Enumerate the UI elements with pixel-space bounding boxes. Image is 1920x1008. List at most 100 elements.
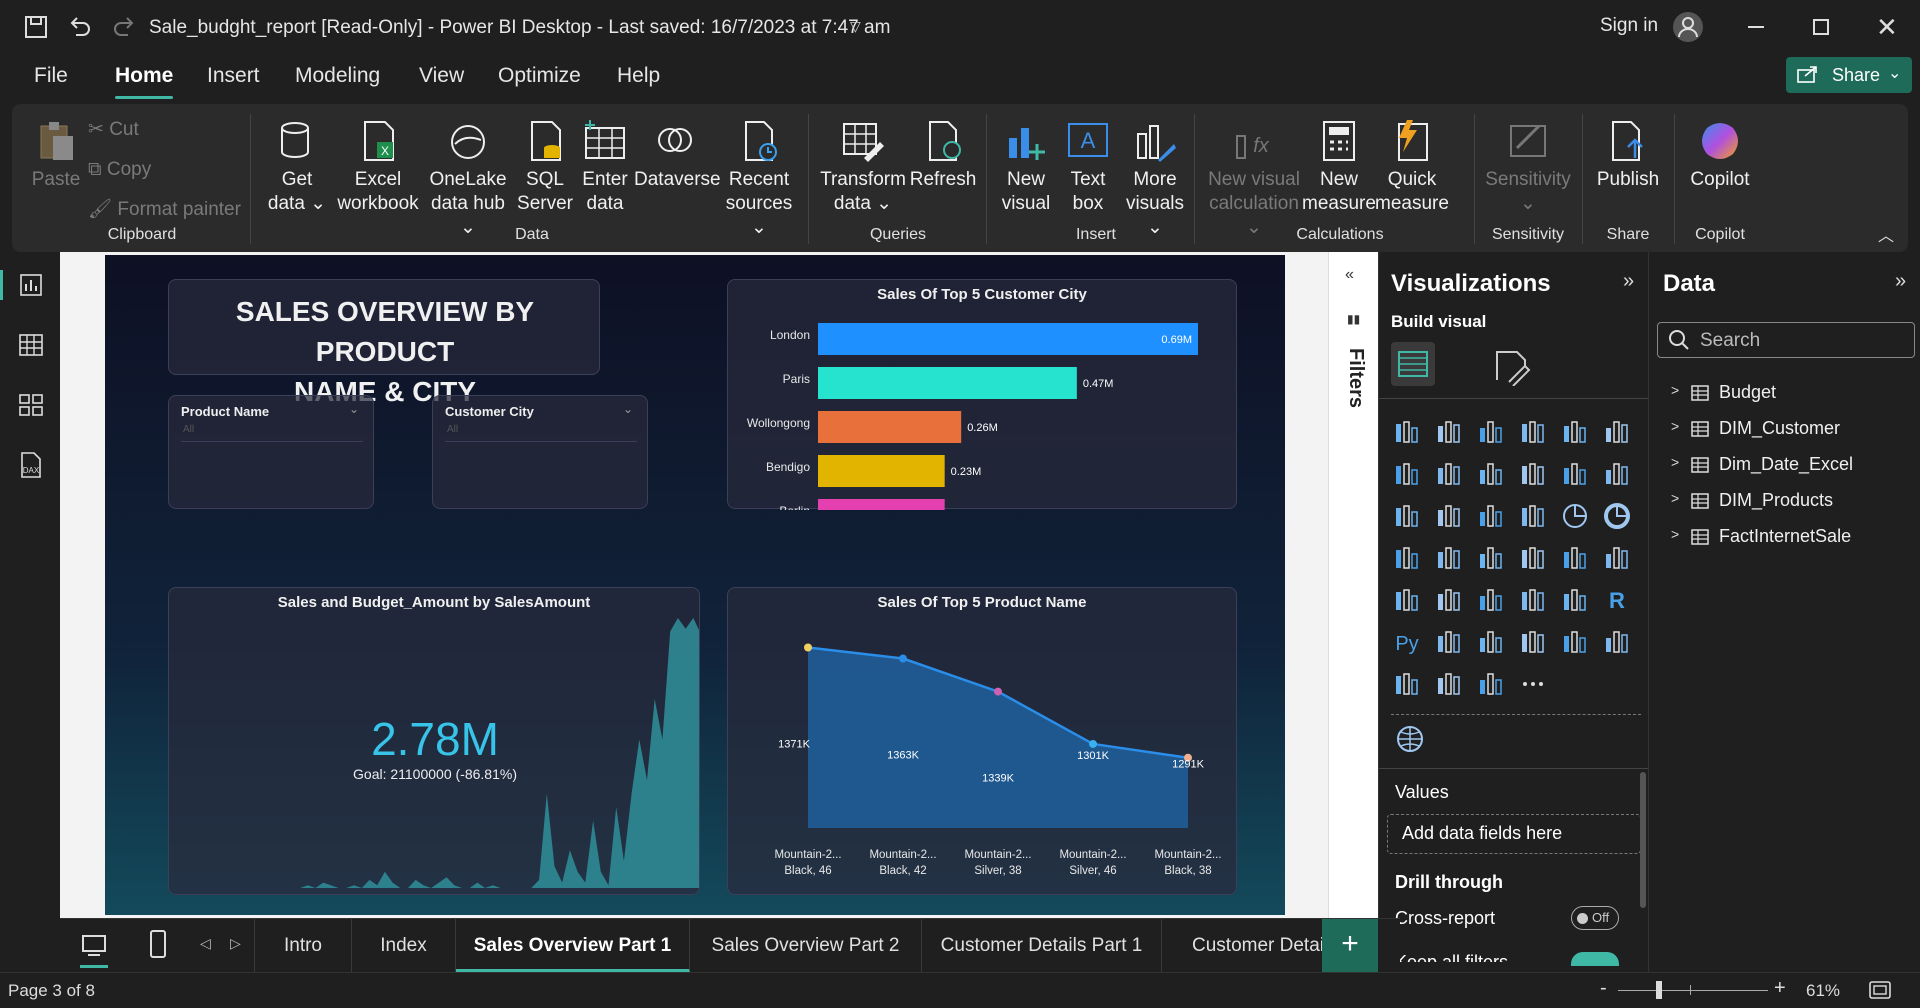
ribbon-icon[interactable] bbox=[1391, 500, 1423, 532]
power-automate-icon[interactable] bbox=[1475, 668, 1507, 700]
waterfall-icon[interactable] bbox=[1433, 500, 1465, 532]
table-view-icon[interactable] bbox=[18, 332, 44, 363]
model-view-icon[interactable] bbox=[18, 392, 44, 423]
paste-button[interactable]: Paste bbox=[26, 118, 86, 192]
page-tab[interactable]: Customer Details Part 1 bbox=[922, 919, 1162, 973]
slicer-dropdown[interactable]: All bbox=[181, 424, 363, 442]
refresh-button[interactable]: Refresh bbox=[908, 118, 978, 192]
filters-pane[interactable]: « ▮▮ Filters bbox=[1328, 252, 1378, 972]
cross-report-toggle[interactable]: Off bbox=[1571, 906, 1619, 930]
page-tab[interactable]: Customer Detai bbox=[1162, 919, 1322, 973]
undo-icon[interactable] bbox=[66, 14, 94, 42]
expand-chevron-icon[interactable]: > bbox=[1671, 490, 1679, 506]
new-card-icon[interactable] bbox=[1433, 668, 1465, 700]
text-box-button[interactable]: A Text box bbox=[1060, 118, 1116, 216]
add-page-button[interactable]: + bbox=[1322, 919, 1378, 973]
sensitivity-button[interactable]: Sensitivity ⌄ bbox=[1480, 118, 1576, 216]
new-visual-calculation-button[interactable]: fx New visual calculation ⌄ bbox=[1202, 118, 1306, 240]
chevron-down-icon[interactable]: ▽ bbox=[850, 18, 861, 35]
keep-all-filters-toggle[interactable] bbox=[1571, 952, 1619, 966]
stacked-bar-icon[interactable] bbox=[1391, 416, 1423, 448]
collapse-pane-icon[interactable]: » bbox=[1895, 270, 1906, 293]
customer-city-slicer[interactable]: Customer City ⌄ All bbox=[432, 395, 648, 509]
collapse-pane-icon[interactable]: » bbox=[1623, 270, 1634, 293]
data-table-item[interactable]: > FactInternetSale bbox=[1649, 524, 1919, 554]
menu-help[interactable]: Help bbox=[617, 64, 660, 88]
slicer-icon[interactable] bbox=[1475, 584, 1507, 616]
build-visual-tab[interactable] bbox=[1391, 342, 1435, 386]
expand-filters-icon[interactable]: « bbox=[1345, 266, 1354, 284]
kpi-icon[interactable] bbox=[1433, 584, 1465, 616]
100-column-icon[interactable] bbox=[1601, 416, 1633, 448]
avatar-icon[interactable] bbox=[1673, 12, 1703, 42]
recent-sources-button[interactable]: Recent sources ⌄ bbox=[718, 118, 800, 240]
sign-in-link[interactable]: Sign in bbox=[1600, 15, 1658, 37]
chevron-down-icon[interactable]: ⌄ bbox=[623, 402, 633, 416]
funnel-icon[interactable] bbox=[1475, 500, 1507, 532]
dataverse-button[interactable]: Dataverse bbox=[634, 118, 721, 192]
page-tab[interactable]: Intro bbox=[254, 919, 352, 973]
desktop-layout-icon[interactable] bbox=[80, 931, 108, 964]
trophy-icon[interactable] bbox=[1601, 626, 1633, 658]
page-tab[interactable]: Sales Overview Part 2 bbox=[690, 919, 922, 973]
close-icon[interactable]: ✕ bbox=[1876, 12, 1898, 43]
mobile-layout-icon[interactable] bbox=[148, 929, 168, 964]
zoom-in-icon[interactable]: + bbox=[1774, 977, 1786, 1000]
maximize-icon[interactable] bbox=[1813, 19, 1829, 35]
100-bar-icon[interactable] bbox=[1559, 416, 1591, 448]
paginated-icon[interactable] bbox=[1559, 626, 1591, 658]
clustered-column-icon[interactable] bbox=[1517, 416, 1549, 448]
new-measure-button[interactable]: New measure bbox=[1302, 118, 1376, 216]
scatter-icon[interactable] bbox=[1517, 500, 1549, 532]
line-icon[interactable] bbox=[1391, 458, 1423, 490]
line-clustered-icon[interactable] bbox=[1601, 458, 1633, 490]
expand-chevron-icon[interactable]: > bbox=[1671, 526, 1679, 542]
next-page-icon[interactable]: ▷ bbox=[230, 935, 241, 952]
data-table-item[interactable]: > DIM_Products bbox=[1649, 488, 1919, 518]
key-influencers-icon[interactable] bbox=[1433, 626, 1465, 658]
data-table-item[interactable]: > Dim_Date_Excel bbox=[1649, 452, 1919, 482]
expand-chevron-icon[interactable]: > bbox=[1671, 418, 1679, 434]
menu-file[interactable]: File bbox=[34, 64, 68, 88]
table-icon[interactable] bbox=[1517, 584, 1549, 616]
menu-optimize[interactable]: Optimize bbox=[498, 64, 581, 88]
stacked-area-icon[interactable] bbox=[1475, 458, 1507, 490]
donut-icon[interactable] bbox=[1601, 500, 1633, 532]
onelake-button[interactable]: OneLake data hub ⌄ bbox=[424, 118, 512, 240]
qa-icon[interactable] bbox=[1517, 626, 1549, 658]
gauge-icon[interactable] bbox=[1559, 542, 1591, 574]
data-search-input[interactable]: Search bbox=[1657, 322, 1915, 358]
collapse-ribbon-icon[interactable]: ︿ bbox=[1878, 222, 1894, 246]
area-icon[interactable] bbox=[1433, 458, 1465, 490]
transform-data-button[interactable]: Transform data ⌄ bbox=[818, 118, 908, 216]
expand-chevron-icon[interactable]: > bbox=[1671, 382, 1679, 398]
map-icon[interactable] bbox=[1433, 542, 1465, 574]
copy-button[interactable]: ⧉ Copy bbox=[88, 158, 151, 182]
menu-home[interactable]: Home bbox=[115, 64, 173, 88]
clustered-bar-icon[interactable] bbox=[1475, 416, 1507, 448]
minimize-icon[interactable] bbox=[1748, 26, 1764, 28]
format-visual-tab[interactable] bbox=[1491, 346, 1531, 391]
treemap-icon[interactable] bbox=[1391, 542, 1423, 574]
zoom-slider[interactable] bbox=[1618, 990, 1768, 991]
share-button[interactable]: Share ⌄ bbox=[1786, 57, 1912, 93]
pie-icon[interactable] bbox=[1559, 500, 1591, 532]
get-data-button[interactable]: Get data ⌄ bbox=[264, 118, 330, 216]
decomposition-tree-icon[interactable] bbox=[1475, 626, 1507, 658]
cut-button[interactable]: ✂ Cut bbox=[88, 118, 139, 142]
values-drop-zone[interactable]: Add data fields here bbox=[1387, 814, 1641, 854]
data-table-item[interactable]: > DIM_Customer bbox=[1649, 416, 1919, 446]
globe-icon[interactable] bbox=[1395, 724, 1425, 761]
top-product-area-chart[interactable]: Sales Of Top 5 Product Name 1371K Mountai… bbox=[727, 587, 1237, 895]
100-area-icon[interactable] bbox=[1517, 458, 1549, 490]
zoom-slider-thumb[interactable] bbox=[1656, 981, 1662, 999]
format-painter-button[interactable]: 🖌 Format painter bbox=[88, 198, 241, 222]
stacked-column-icon[interactable] bbox=[1433, 416, 1465, 448]
top-city-bar-chart[interactable]: Sales Of Top 5 Customer City London 0.69M… bbox=[727, 279, 1237, 510]
product-name-slicer[interactable]: Product Name ⌄ All bbox=[168, 395, 374, 509]
azure-map-icon[interactable] bbox=[1517, 542, 1549, 574]
slicer-dropdown[interactable]: All bbox=[445, 424, 637, 442]
matrix-icon[interactable] bbox=[1559, 584, 1591, 616]
publish-button[interactable]: Publish bbox=[1592, 118, 1664, 192]
page-tab[interactable]: Index bbox=[352, 919, 456, 973]
